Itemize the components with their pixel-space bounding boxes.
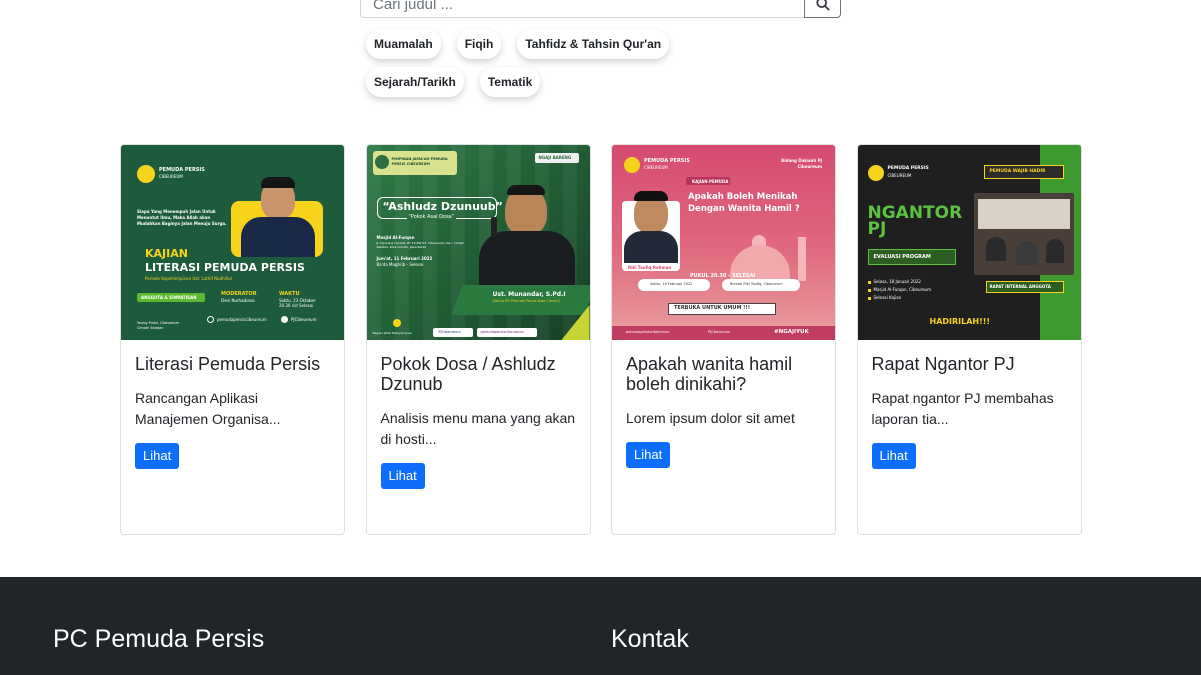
card-title: Literasi Pemuda Persis	[135, 354, 321, 374]
lihat-button[interactable]: Lihat	[380, 463, 425, 489]
tag-muamalah[interactable]: Muamalah	[366, 29, 441, 59]
card-text: Rapat ngantor PJ membahas laporan tia...	[871, 390, 1054, 427]
card-body: Rapat Ngantor PJ Rapat ngantor PJ membah…	[858, 340, 1081, 483]
card: PIMPINAN JAMA'AH PEMUDA PERSIS CIBEUREUM…	[365, 144, 591, 535]
card: PEMUDA PERSIS CIBEUREUM Bidang Dakwah PJ…	[611, 144, 836, 535]
card-title: Pokok Dosa / Ashludz Dzunub	[380, 354, 556, 394]
card-body: Apakah wanita hamil boleh dinikahi? Lore…	[612, 340, 835, 482]
card-text: Analisis menu mana yang akan di hosti...	[380, 410, 576, 447]
card-body: Pokok Dosa / Ashludz Dzunub Analisis men…	[367, 340, 590, 503]
card-title: Apakah wanita hamil boleh dinikahi?	[626, 354, 793, 394]
tag-sejarah[interactable]: Sejarah/Tarikh	[366, 67, 464, 97]
card-image-ashludz[interactable]: PIMPINAN JAMA'AH PEMUDA PERSIS CIBEUREUM…	[366, 145, 590, 340]
tag-tahfidz[interactable]: Tahfidz & Tahsin Qur'an	[517, 29, 670, 59]
card-image-literasi[interactable]: PEMUDA PERSIS CIBEUREUM Siapa Yang Menem…	[121, 145, 344, 340]
lihat-button[interactable]: Lihat	[135, 443, 180, 469]
search-input[interactable]: Cari judul ...	[360, 0, 804, 18]
page: Cari judul ... Muamalah Fiqih Tahfidz & …	[0, 0, 1201, 675]
search-placeholder: Cari judul ...	[373, 0, 454, 13]
card-body: Literasi Pemuda Persis Rancangan Aplikas…	[121, 340, 344, 483]
card-list: PEMUDA PERSIS CIBEUREUM Siapa Yang Menem…	[120, 144, 1082, 535]
search-bar: Cari judul ...	[360, 0, 841, 18]
card-title: Rapat Ngantor PJ	[871, 354, 1015, 374]
tag-fiqih[interactable]: Fiqih	[456, 29, 502, 59]
footer-org-title: PC Pemuda Persis	[53, 625, 265, 653]
lihat-button[interactable]: Lihat	[871, 443, 916, 469]
card-text: Rancangan Aplikasi Manajemen Organisa...	[135, 390, 281, 427]
card: PEMUDA PERSIS CIBEUREUM PEMUDA WAJIB HAD…	[856, 144, 1082, 535]
footer: PC Pemuda Persis Kontak	[0, 577, 1201, 675]
category-tags: Muamalah Fiqih Tahfidz & Tahsin Qur'an S…	[366, 29, 796, 105]
lihat-button[interactable]: Lihat	[626, 442, 671, 468]
card: PEMUDA PERSIS CIBEUREUM Siapa Yang Menem…	[120, 144, 345, 535]
footer-contact-title: Kontak	[611, 625, 689, 653]
card-image-ngantor[interactable]: PEMUDA PERSIS CIBEUREUM PEMUDA WAJIB HAD…	[857, 145, 1081, 340]
search-icon	[815, 0, 830, 11]
tag-tematik[interactable]: Tematik	[479, 67, 541, 97]
card-text: Lorem ipsum dolor sit amet	[626, 410, 795, 426]
search-button[interactable]	[804, 0, 841, 18]
card-image-wanita-hamil[interactable]: PEMUDA PERSIS CIBEUREUM Bidang Dakwah PJ…	[612, 145, 835, 340]
